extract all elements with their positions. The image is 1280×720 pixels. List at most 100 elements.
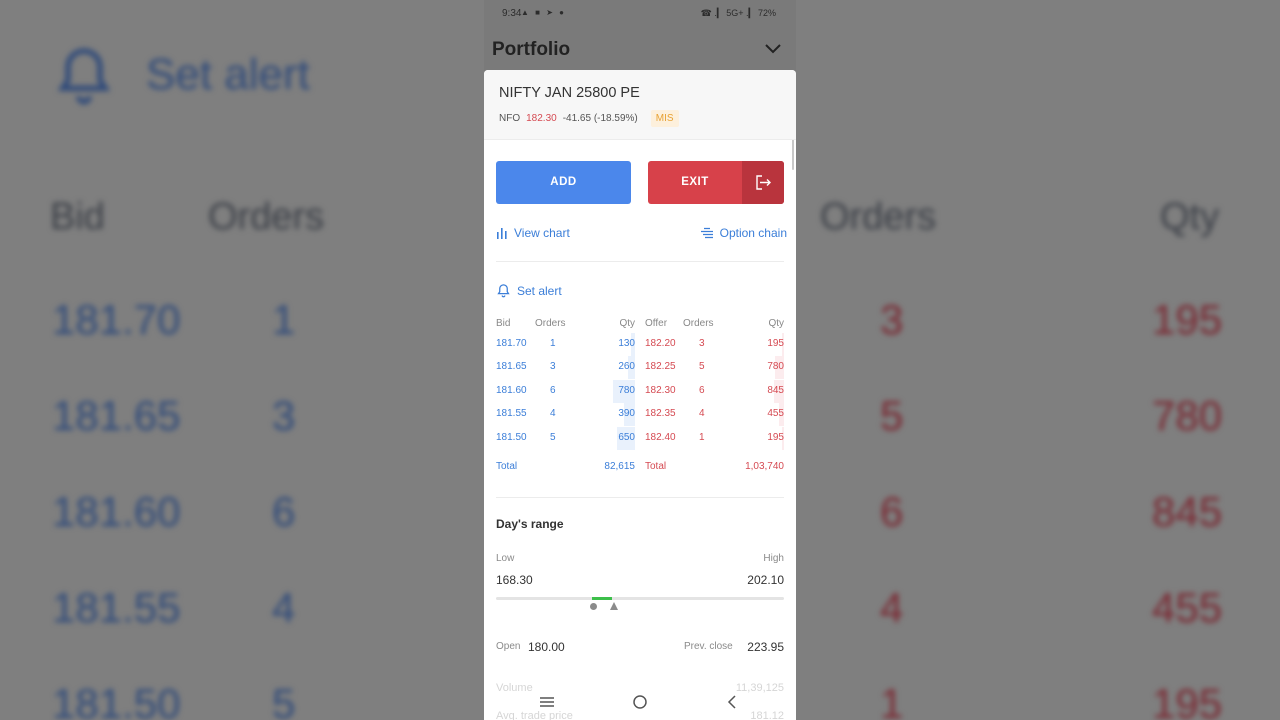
offer-qty: 195	[767, 431, 784, 443]
range-track	[496, 597, 784, 600]
bid-qty-header: Qty	[619, 318, 635, 329]
bid-price: 181.50	[496, 431, 527, 443]
offer-orders: 3	[699, 338, 705, 349]
offer-total-label: Total	[645, 461, 667, 472]
bell-icon	[57, 48, 111, 105]
offer-orders: 5	[699, 361, 705, 373]
bid-qty: 650	[618, 431, 635, 443]
bg-offer-orders: 4	[880, 584, 904, 631]
exit-icon-box[interactable]	[742, 161, 784, 204]
offer-price: 182.40	[645, 431, 676, 443]
bg-offer-orders: 5	[880, 392, 904, 439]
status-bar: 9:34 ▲ ■ ➤ ● ☎ .▎ 5G+ .▎ 72%	[484, 0, 796, 28]
open-label: Open	[496, 641, 521, 652]
instrument-header: NIFTY JAN 25800 PE NFO 182.30 -41.65 (-18.…	[484, 70, 796, 140]
bg-bid-price: 181.60	[52, 488, 181, 535]
offer-orders: 4	[699, 408, 705, 420]
offer-qty: 195	[767, 338, 784, 349]
status-icons-left: ▲ ■ ➤ ●	[521, 8, 566, 17]
bid-orders: 5	[550, 431, 556, 443]
bg-orders-header-right: Orders	[820, 196, 937, 238]
offer-price: 182.25	[645, 361, 676, 373]
exit-button-label: EXIT	[681, 176, 709, 188]
bid-price: 181.60	[496, 384, 527, 396]
offer-qty-header: Qty	[768, 318, 784, 329]
offer-orders-header: Orders	[683, 318, 714, 329]
instrument-name: NIFTY JAN 25800 PE	[499, 85, 640, 101]
top-bar: Portfolio	[484, 30, 796, 70]
low-label: Low	[496, 553, 515, 564]
offer-qty: 780	[767, 361, 784, 373]
bid-total: 82,615	[604, 461, 635, 472]
bell-icon	[497, 284, 510, 298]
divider	[496, 497, 784, 498]
last-price: 182.30	[526, 113, 557, 124]
view-chart-label: View chart	[514, 226, 570, 240]
bg-bid-price: 181.55	[52, 584, 181, 631]
chevron-down-icon[interactable]	[764, 42, 782, 56]
range-ltp-marker	[610, 602, 619, 610]
bg-offer-orders: 3	[880, 296, 904, 343]
bg-bid-orders: 1	[272, 296, 296, 343]
offer-orders: 6	[699, 384, 705, 396]
offer-price: 182.20	[645, 338, 676, 349]
depth-row[interactable]: 181.70 1 130 182.20 3 195	[496, 333, 784, 356]
bid-price: 181.55	[496, 408, 527, 420]
bg-bid-price: 181.70	[52, 296, 181, 343]
option-chain-label: Option chain	[719, 226, 787, 240]
bg-qty-header: Qty	[1160, 196, 1220, 238]
depth-row[interactable]: 181.65 3 260 182.25 5 780	[496, 356, 784, 380]
bid-qty: 130	[618, 338, 635, 349]
depth-total-row: Total 82,615 Total 1,03,740	[496, 456, 784, 479]
price-change: -41.65 (-18.59%)	[562, 113, 638, 124]
phone-screen: 9:34 ▲ ■ ➤ ● ☎ .▎ 5G+ .▎ 72% Portfolio N…	[484, 0, 796, 720]
menu-icon[interactable]	[539, 694, 555, 710]
instrument-quote: NFO 182.30 -41.65 (-18.59%) MIS	[499, 110, 679, 127]
status-icons-right: ☎ .▎ 5G+ .▎ 72%	[700, 8, 776, 18]
range-fill	[592, 597, 613, 600]
exit-button[interactable]: EXIT	[648, 161, 784, 204]
bg-offer-orders: 1	[880, 680, 904, 720]
divider	[496, 261, 784, 262]
bg-bid-orders: 4	[272, 584, 296, 631]
bg-bid-orders: 3	[272, 392, 296, 439]
bg-bid-orders: 6	[272, 488, 296, 535]
option-chain-link[interactable]: Option chain	[700, 226, 787, 240]
offer-header: Offer	[645, 318, 668, 329]
bid-price: 181.65	[496, 361, 527, 373]
bg-offer-orders: 6	[880, 488, 904, 535]
system-nav-bar	[484, 686, 796, 720]
offer-orders: 1	[699, 431, 705, 443]
back-icon[interactable]	[725, 694, 741, 710]
offer-total: 1,03,740	[745, 461, 784, 472]
bid-orders: 6	[550, 384, 556, 396]
bid-qty: 390	[618, 408, 635, 420]
home-icon[interactable]	[632, 694, 648, 710]
page-title: Portfolio	[492, 39, 571, 60]
offer-price: 182.30	[645, 384, 676, 396]
status-time: 9:34	[502, 8, 522, 19]
bg-bid-header: Bid	[50, 196, 105, 238]
bar-chart-icon	[497, 228, 507, 239]
depth-row[interactable]: 181.60 6 780 182.30 6 845	[496, 379, 784, 403]
instrument-sheet: NIFTY JAN 25800 PE NFO 182.30 -41.65 (-18.…	[484, 70, 796, 720]
bg-offer-qty: 845	[1152, 488, 1223, 535]
bid-header: Bid	[496, 318, 511, 329]
add-button[interactable]: ADD	[496, 161, 631, 204]
high-label: High	[763, 553, 784, 564]
set-alert-link[interactable]: Set alert	[496, 283, 562, 298]
offer-price: 182.35	[645, 408, 676, 420]
exit-icon	[756, 175, 771, 190]
depth-row[interactable]: 181.55 4 390 182.35 4 455	[496, 403, 784, 427]
bid-total-label: Total	[496, 461, 518, 472]
prev-close-value: 223.95	[747, 640, 784, 654]
bg-bid-price: 181.65	[52, 392, 181, 439]
days-range-title: Day's range	[496, 517, 564, 531]
screen: Set alert Bid Orders Orders Qty 181.70 1…	[0, 0, 1280, 720]
bg-offer-qty: 780	[1152, 392, 1223, 439]
offer-qty: 845	[767, 384, 784, 396]
bid-qty: 260	[618, 361, 635, 373]
view-chart-link[interactable]: View chart	[496, 226, 570, 240]
depth-row[interactable]: 181.50 5 650 182.40 1 195	[496, 426, 784, 450]
bg-bid-price: 181.50	[52, 680, 181, 720]
